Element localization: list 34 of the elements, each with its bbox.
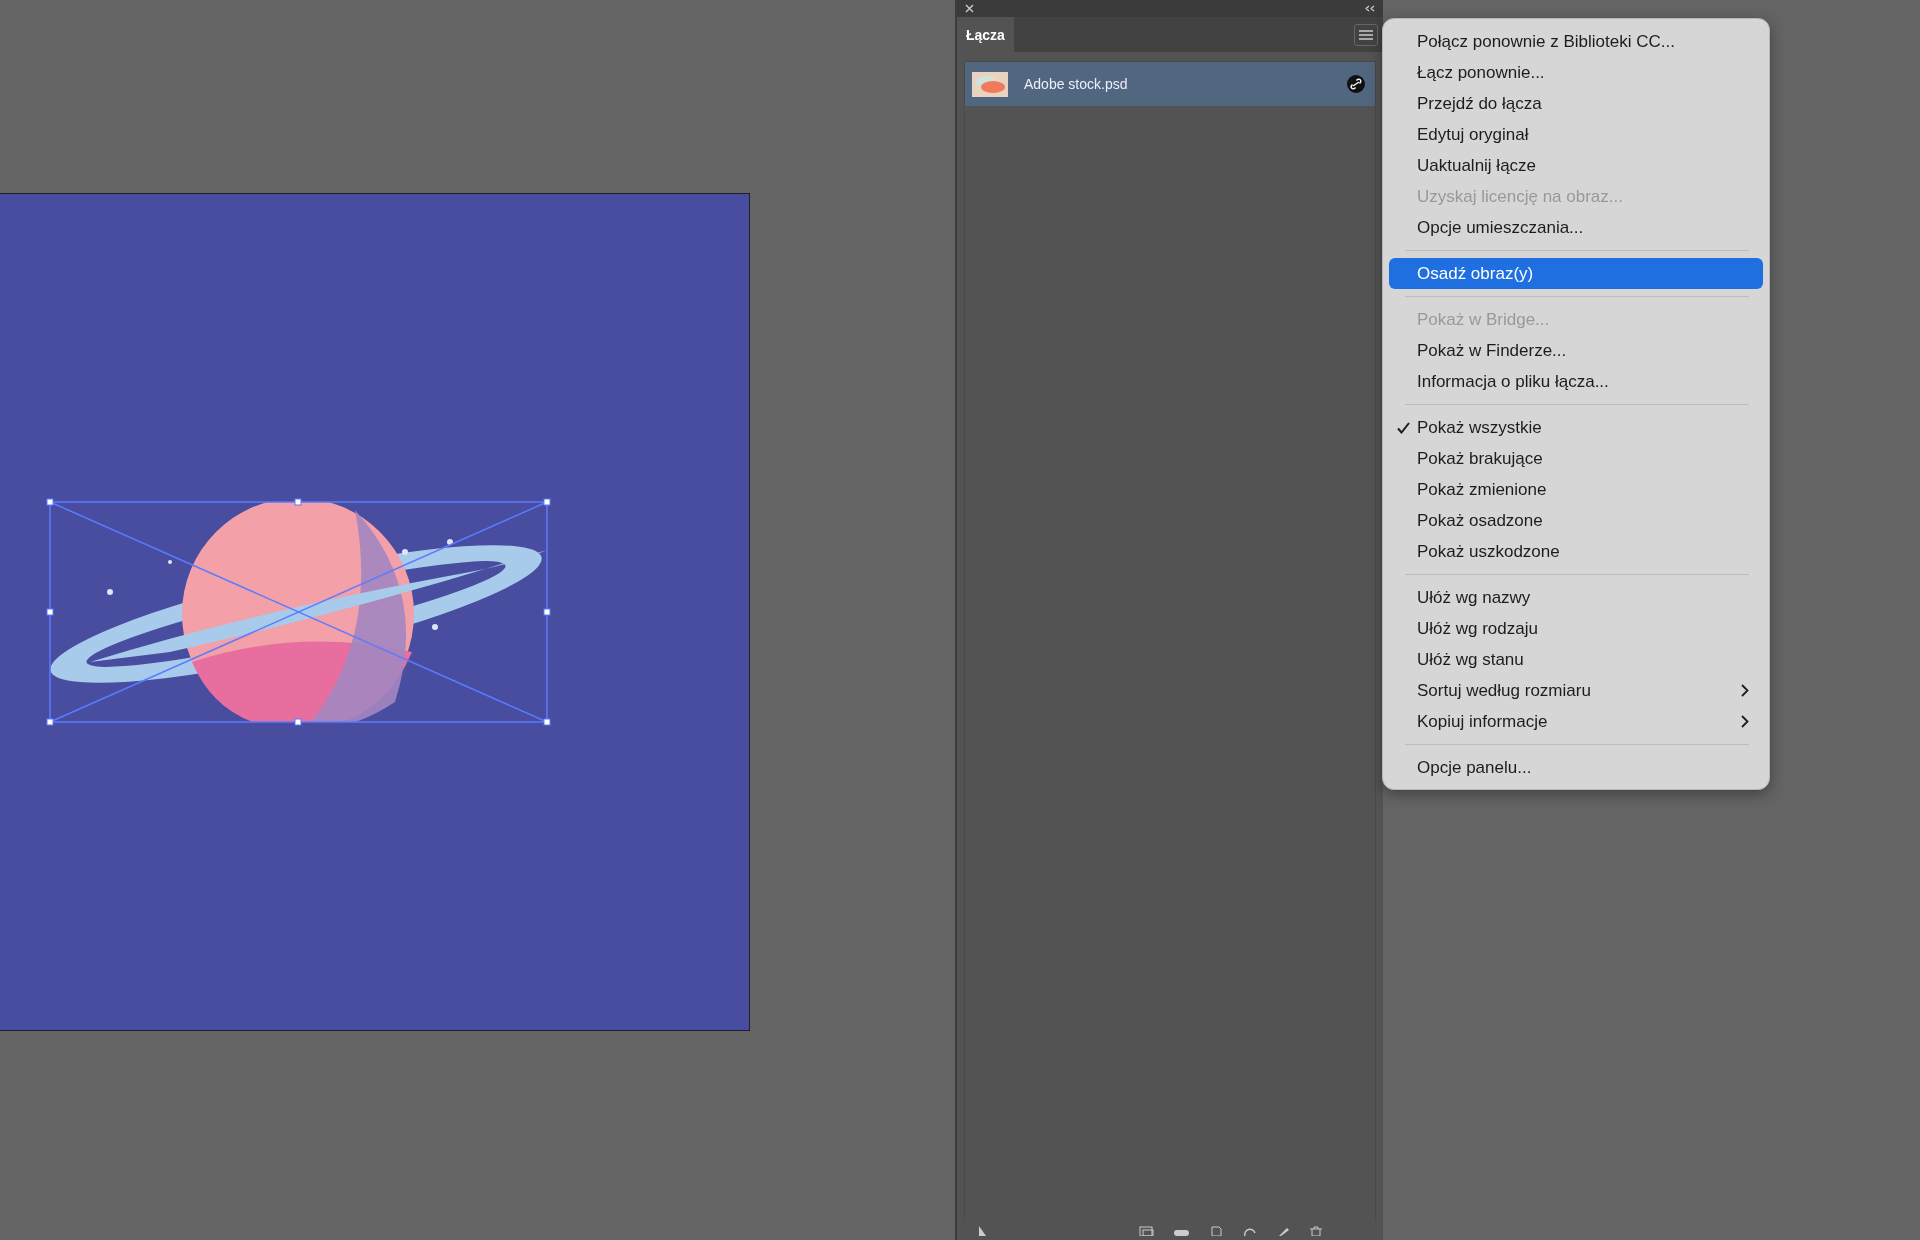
menu-item[interactable]: Osadź obraz(y): [1389, 258, 1763, 289]
thumbnail-icon: [972, 71, 1008, 97]
close-icon[interactable]: [965, 4, 974, 13]
menu-item[interactable]: Edytuj oryginał: [1389, 119, 1763, 150]
file-name: Adobe stock.psd: [1024, 76, 1129, 92]
menu-item[interactable]: Pokaż zmienione: [1389, 474, 1763, 505]
trash-icon[interactable]: [1309, 1226, 1323, 1236]
panel-tab[interactable]: Łącza: [957, 17, 1014, 52]
menu-item[interactable]: Pokaż uszkodzone: [1389, 536, 1763, 567]
menu-item[interactable]: Pokaż brakujące: [1389, 443, 1763, 474]
menu-item[interactable]: Ułóż wg rodzaju: [1389, 613, 1763, 644]
menu-item[interactable]: Opcje panelu...: [1389, 752, 1763, 783]
menu-item[interactable]: Pokaż w Finderze...: [1389, 335, 1763, 366]
menu-item[interactable]: Pokaż osadzone: [1389, 505, 1763, 536]
panel-menu-icon[interactable]: [1354, 24, 1378, 46]
menu-item[interactable]: Opcje umieszczania...: [1389, 212, 1763, 243]
menu-item[interactable]: Łącz ponownie...: [1389, 57, 1763, 88]
menu-item[interactable]: Kopiuj informacje: [1389, 706, 1763, 737]
menu-item[interactable]: Informacja o pliku łącza...: [1389, 366, 1763, 397]
pencil-icon[interactable]: [1277, 1226, 1291, 1236]
menu-item[interactable]: Pokaż wszystkie: [1389, 412, 1763, 443]
refresh-icon[interactable]: [1243, 1226, 1257, 1236]
arrow-icon[interactable]: [977, 1226, 989, 1236]
relink-icon[interactable]: [1139, 1226, 1155, 1236]
document-icon[interactable]: [1209, 1226, 1223, 1236]
menu-item[interactable]: Połącz ponownie z Biblioteki CC...: [1389, 26, 1763, 57]
link-row[interactable]: Adobe stock.psd: [965, 62, 1375, 106]
menu-item[interactable]: Uaktualnij łącze: [1389, 150, 1763, 181]
collapse-icon[interactable]: [1365, 5, 1375, 12]
menu-item[interactable]: Przejdź do łącza: [1389, 88, 1763, 119]
menu-item[interactable]: Ułóż wg stanu: [1389, 644, 1763, 675]
link-icon: [1347, 75, 1365, 93]
menu-item[interactable]: Sortuj według rozmiaru: [1389, 675, 1763, 706]
menu-item[interactable]: Ułóż wg nazwy: [1389, 582, 1763, 613]
